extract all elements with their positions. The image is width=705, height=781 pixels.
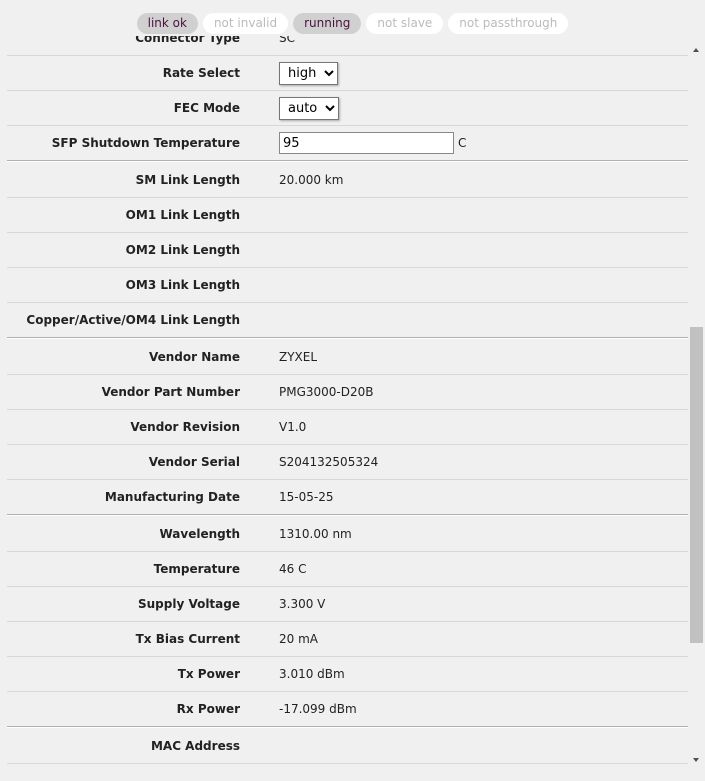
scroll-up-icon[interactable]: [693, 48, 699, 52]
sfp-shutdown-temperature-input[interactable]: [279, 132, 454, 154]
field-value: 15-05-25: [279, 490, 334, 504]
row-wavelength: Wavelength 1310.00 nm: [7, 517, 688, 552]
row-copper-active-om4-link-length: Copper/Active/OM4 Link Length: [7, 303, 688, 338]
field-label: Temperature: [153, 562, 240, 576]
status-badge: running: [293, 13, 362, 34]
row-mac-address: MAC Address: [7, 729, 688, 764]
field-label: OM1 Link Length: [125, 208, 240, 222]
rate-select-select[interactable]: high: [279, 61, 338, 85]
row-tx-bias-current: Tx Bias Current 20 mA: [7, 622, 688, 657]
field-label: Rx Power: [176, 702, 240, 716]
row-om2-link-length: OM2 Link Length: [7, 233, 688, 268]
field-value: 46 C: [279, 562, 307, 576]
fec-mode-select[interactable]: auto: [279, 96, 339, 120]
row-fec-mode: FEC Mode auto: [7, 91, 688, 126]
scroll-down-icon[interactable]: [693, 758, 699, 762]
field-label: Tx Power: [177, 667, 240, 681]
field-label: MAC Address: [150, 739, 240, 753]
field-label: Connector Type: [135, 36, 240, 45]
field-label: Supply Voltage: [137, 597, 240, 611]
status-badge: not passthrough: [448, 13, 569, 34]
field-label: Vendor Name: [148, 350, 240, 364]
row-vendor-serial: Vendor Serial S204132505324: [7, 445, 688, 480]
field-value: 20 mA: [279, 632, 318, 646]
row-om1-link-length: OM1 Link Length: [7, 198, 688, 233]
field-label: OM3 Link Length: [125, 278, 240, 292]
field-label: Rate Select: [162, 66, 240, 80]
field-label: SFP Shutdown Temperature: [51, 136, 240, 150]
row-sm-link-length: SM Link Length 20.000 km: [7, 163, 688, 198]
row-om3-link-length: OM3 Link Length: [7, 268, 688, 303]
row-supply-voltage: Supply Voltage 3.300 V: [7, 587, 688, 622]
field-label: OM2 Link Length: [125, 243, 240, 257]
field-value: ZYXEL: [279, 350, 318, 364]
row-sfp-shutdown-temperature: SFP Shutdown Temperature C: [7, 126, 688, 161]
row-vendor-revision: Vendor Revision V1.0: [7, 410, 688, 445]
field-label: Wavelength: [159, 527, 240, 541]
row-temperature: Temperature 46 C: [7, 552, 688, 587]
field-value: S204132505324: [279, 455, 379, 469]
field-label: SM Link Length: [135, 173, 240, 187]
status-badge: not invalid: [202, 13, 289, 34]
scrollbar-thumb[interactable]: [690, 327, 703, 643]
row-connector-type: Connector Type SC: [7, 36, 688, 56]
field-value: 1310.00 nm: [279, 527, 352, 541]
row-rate-select: Rate Select high: [7, 56, 688, 91]
field-value: PMG3000-D20B: [279, 385, 374, 399]
field-label: Vendor Serial: [148, 455, 240, 469]
status-bar: link ok not invalid running not slave not pa…: [0, 13, 705, 34]
field-value: SC: [279, 36, 295, 45]
field-value: 3.010 dBm: [279, 667, 345, 681]
row-tx-power: Tx Power 3.010 dBm: [7, 657, 688, 692]
row-vendor-name: Vendor Name ZYXEL: [7, 340, 688, 375]
field-label: Tx Bias Current: [135, 632, 240, 646]
field-value: V1.0: [279, 420, 307, 434]
status-badge: not slave: [366, 13, 444, 34]
field-label: Vendor Part Number: [101, 385, 240, 399]
field-label: Vendor Revision: [130, 420, 240, 434]
sfp-info-panel: Connector Type SC Rate Select high FEC Mode a…: [0, 36, 688, 770]
field-label: Manufacturing Date: [104, 490, 240, 504]
scrollbar[interactable]: [688, 40, 705, 770]
field-label: Copper/Active/OM4 Link Length: [26, 313, 240, 327]
unit-label: C: [458, 135, 467, 150]
row-manufacturing-date: Manufacturing Date 15-05-25: [7, 480, 688, 515]
field-label: FEC Mode: [173, 101, 240, 115]
field-value: 3.300 V: [279, 597, 326, 611]
status-badge: link ok: [136, 13, 198, 34]
field-value: -17.099 dBm: [279, 702, 357, 716]
row-rx-power: Rx Power -17.099 dBm: [7, 692, 688, 727]
row-vendor-part-number: Vendor Part Number PMG3000-D20B: [7, 375, 688, 410]
field-value: 20.000 km: [279, 173, 344, 187]
